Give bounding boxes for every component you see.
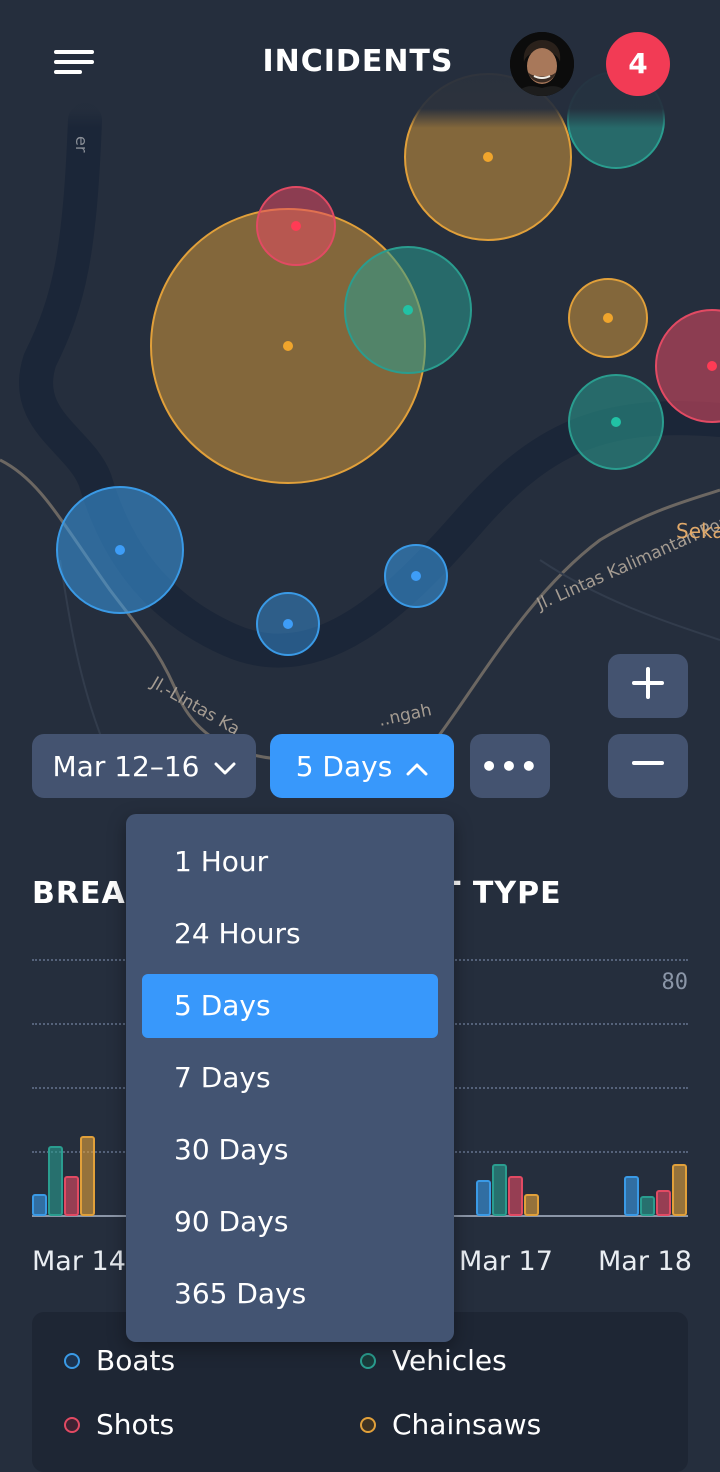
bar-boats-mar-14 (32, 1194, 47, 1216)
bar-chainsaws-mar-14 (80, 1136, 95, 1216)
bar-boats-mar-18 (624, 1176, 639, 1216)
period-option-365-days[interactable]: 365 Days (142, 1262, 438, 1326)
boats-dot-icon (64, 1352, 80, 1369)
minus-icon (632, 747, 664, 786)
incident-center-dot (483, 152, 493, 162)
legend-label: Chainsaws (392, 1408, 542, 1441)
zoom-out-button[interactable] (608, 734, 688, 798)
chevron-up-icon (406, 750, 428, 783)
bar-shots-mar-18 (656, 1190, 671, 1216)
period-option-5-days[interactable]: 5 Days (142, 974, 438, 1038)
period-option-24-hours[interactable]: 24 Hours (142, 902, 438, 966)
road-label: er (72, 136, 91, 153)
incident-center-dot (411, 571, 421, 581)
incident-center-dot (115, 545, 125, 555)
x-axis-tick: Mar 17 (459, 1246, 553, 1277)
chainsaws-dot-icon (360, 1416, 376, 1433)
period-select-button[interactable]: 5 Days (270, 734, 454, 798)
bar-vehicles-mar-17 (492, 1164, 507, 1216)
incident-center-dot (283, 341, 293, 351)
app-header: INCIDENTS 4 (0, 0, 720, 128)
notification-count-badge[interactable]: 4 (606, 32, 670, 96)
period-dropdown-menu: 1 Hour 24 Hours 5 Days 7 Days 30 Days 90… (126, 814, 454, 1342)
more-options-button[interactable]: ••• (470, 734, 550, 798)
legend-item-shots: Shots (64, 1408, 174, 1441)
incident-center-dot (291, 221, 301, 231)
place-label: Seka (676, 519, 720, 543)
vehicles-dot-icon (360, 1352, 376, 1369)
plus-icon (632, 666, 664, 706)
bar-chainsaws-mar-18 (672, 1164, 687, 1216)
legend-item-vehicles: Vehicles (360, 1344, 507, 1377)
period-option-30-days[interactable]: 30 Days (142, 1118, 438, 1182)
breakdown-title-continued: T TYPE (440, 876, 562, 911)
breakdown-title: BREA (32, 876, 126, 911)
period-option-90-days[interactable]: 90 Days (142, 1190, 438, 1254)
legend-label: Boats (96, 1344, 176, 1377)
x-axis-tick: Mar 14 (32, 1246, 126, 1277)
date-range-button[interactable]: Mar 12–16 (32, 734, 256, 798)
incident-center-dot (283, 619, 293, 629)
zoom-in-button[interactable] (608, 654, 688, 718)
legend-label: Shots (96, 1408, 175, 1441)
date-range-label: Mar 12–16 (52, 749, 200, 783)
period-label: 5 Days (295, 749, 393, 783)
period-option-1-hour[interactable]: 1 Hour (142, 830, 438, 894)
incident-center-dot (403, 305, 413, 315)
shots-dot-icon (64, 1416, 80, 1433)
bar-vehicles-mar-18 (640, 1196, 655, 1216)
bar-vehicles-mar-14 (48, 1146, 63, 1216)
incident-center-dot (611, 417, 621, 427)
legend-label: Vehicles (392, 1344, 507, 1377)
legend-item-chainsaws: Chainsaws (360, 1408, 541, 1441)
incident-center-dot (603, 313, 613, 323)
legend-item-boats: Boats (64, 1344, 175, 1377)
bar-shots-mar-14 (64, 1176, 79, 1216)
bar-boats-mar-17 (476, 1180, 491, 1216)
avatar[interactable] (510, 32, 574, 96)
period-option-7-days[interactable]: 7 Days (142, 1046, 438, 1110)
bar-chainsaws-mar-17 (524, 1194, 539, 1216)
y-axis-tick: 80 (661, 970, 689, 995)
incident-center-dot (707, 361, 717, 371)
x-axis-tick: Mar 18 (598, 1246, 692, 1277)
bar-shots-mar-17 (508, 1176, 523, 1216)
chevron-down-icon (214, 750, 236, 783)
